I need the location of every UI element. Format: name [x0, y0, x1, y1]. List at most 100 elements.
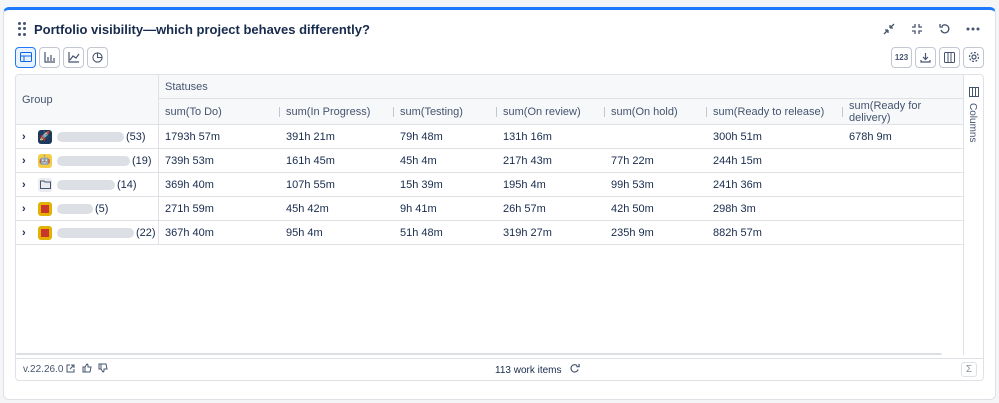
line-chart-icon — [67, 51, 79, 63]
table-footer: v.22.26.0 113 work items Σ — [16, 358, 983, 380]
flag-icon — [38, 201, 52, 216]
more-icon[interactable] — [965, 21, 981, 37]
widget-title: Portfolio visibility—which project behav… — [34, 21, 370, 37]
table-row[interactable]: › 🚀 (53) 1793h 57m 391h 21m 79h 48m 131h… — [16, 125, 963, 149]
statuses-header: Statuses — [165, 81, 208, 93]
horizontal-scrollbar[interactable] — [16, 353, 942, 355]
column-header-testing[interactable]: sum(Testing) — [393, 99, 463, 125]
chevron-right-icon[interactable]: › — [22, 227, 30, 239]
chevron-right-icon[interactable]: › — [22, 155, 30, 167]
work-items-count: 113 work items — [495, 364, 562, 376]
value-cell: 131h 16m — [503, 130, 552, 143]
value-cell: 678h 9m — [849, 130, 892, 143]
table-view-button[interactable] — [15, 46, 36, 68]
value-cell: 367h 40m — [165, 226, 214, 239]
value-cell: 882h 57m — [713, 226, 762, 239]
thumbs-down-icon[interactable] — [98, 363, 109, 376]
download-icon — [920, 52, 931, 63]
sigma-totals-button[interactable]: Σ — [961, 362, 977, 377]
external-link-icon[interactable] — [66, 364, 75, 376]
thumbs-up-icon[interactable] — [82, 363, 93, 376]
value-cell: 319h 27m — [503, 226, 552, 239]
rocket-icon: 🚀 — [38, 129, 52, 144]
settings-button[interactable] — [963, 46, 984, 68]
download-button[interactable] — [915, 46, 936, 68]
item-count: (14) — [117, 178, 137, 191]
item-count: (22) — [136, 226, 156, 239]
columns-icon — [944, 51, 955, 63]
item-count: (5) — [95, 202, 109, 215]
group-cell: › 🚀 (53) — [16, 125, 159, 148]
redacted-project-name — [57, 227, 134, 238]
redacted-project-name — [57, 131, 124, 142]
group-cell: › (22) — [16, 221, 159, 244]
value-cell: 1793h 57m — [165, 130, 221, 143]
minimize-icon[interactable] — [909, 21, 925, 37]
value-cell: 241h 36m — [713, 178, 762, 191]
table-row[interactable]: › (22) 367h 40m 95h 4m 51h 48m 319h 27m … — [16, 221, 963, 245]
line-chart-view-button[interactable] — [63, 46, 84, 68]
drag-handle-icon[interactable] — [18, 22, 28, 36]
value-cell: 161h 45m — [286, 154, 335, 167]
bar-chart-view-button[interactable] — [39, 46, 60, 68]
bar-chart-icon — [43, 51, 55, 63]
flag-icon — [38, 225, 52, 240]
value-cell: 77h 22m — [611, 154, 654, 167]
chevron-right-icon[interactable]: › — [22, 131, 30, 143]
group-header[interactable]: Group — [16, 75, 159, 125]
table-row[interactable]: › 🤖 (19) 739h 53m 161h 45m 45h 4m 217h 4… — [16, 149, 963, 173]
pivot-table: Group Statuses sum(To Do) sum(In Progres… — [15, 74, 984, 381]
column-header-ready-to-release[interactable]: sum(Ready to release) — [706, 99, 824, 125]
value-cell: 15h 39m — [400, 178, 443, 191]
column-header-on-review[interactable]: sum(On review) — [496, 99, 581, 125]
table-row[interactable]: › (5) 271h 59m 45h 42m 9h 41m 26h 57m 42… — [16, 197, 963, 221]
refresh-icon[interactable] — [569, 363, 580, 377]
columns-icon — [969, 87, 979, 100]
value-cell: 51h 48m — [400, 226, 443, 239]
value-cell: 739h 53m — [165, 154, 214, 167]
table-row[interactable]: › (14) 369h 40m 107h 55m 15h 39m 195h 4m… — [16, 173, 963, 197]
column-header-in-progress[interactable]: sum(In Progress) — [279, 99, 370, 125]
columns-side-panel[interactable]: Columns — [963, 75, 983, 355]
columns-label: Columns — [967, 103, 978, 143]
widget-header: Portfolio visibility—which project behav… — [18, 19, 981, 39]
robot-icon: 🤖 — [38, 153, 52, 168]
value-cell: 391h 21m — [286, 130, 335, 143]
value-cell: 9h 41m — [400, 202, 437, 215]
value-cell: 298h 3m — [713, 202, 756, 215]
version-label: v.22.26.0 — [23, 364, 64, 375]
value-cell: 300h 51m — [713, 130, 762, 143]
redacted-project-name — [57, 203, 93, 214]
value-cell: 235h 9m — [611, 226, 654, 239]
view-toolbar: 123 — [15, 46, 984, 68]
value-cell: 271h 59m — [165, 202, 214, 215]
value-cell: 195h 4m — [503, 178, 546, 191]
value-cell: 107h 55m — [286, 178, 335, 191]
value-cell: 369h 40m — [165, 178, 214, 191]
value-cell: 99h 53m — [611, 178, 654, 191]
refresh-icon[interactable] — [937, 21, 953, 37]
value-cell: 45h 42m — [286, 202, 329, 215]
columns-button[interactable] — [939, 46, 960, 68]
value-cell: 42h 50m — [611, 202, 654, 215]
column-header-todo[interactable]: sum(To Do) — [165, 99, 222, 125]
value-cell: 45h 4m — [400, 154, 437, 167]
value-cell: 217h 43m — [503, 154, 552, 167]
item-count: (53) — [126, 130, 146, 143]
number-format-button[interactable]: 123 — [891, 46, 912, 68]
pie-chart-view-button[interactable] — [87, 46, 108, 68]
collapse-icon[interactable] — [881, 21, 897, 37]
gear-icon — [968, 51, 979, 63]
pie-chart-icon — [92, 51, 103, 63]
column-header-ready-for-delivery[interactable]: sum(Ready for delivery) — [842, 99, 963, 125]
column-header-on-hold[interactable]: sum(On hold) — [604, 99, 678, 125]
chevron-right-icon[interactable]: › — [22, 179, 30, 191]
value-cell: 95h 4m — [286, 226, 323, 239]
widget-panel: Portfolio visibility—which project behav… — [3, 7, 996, 400]
chevron-right-icon[interactable]: › — [22, 203, 30, 215]
group-cell: › (5) — [16, 197, 159, 220]
item-count: (19) — [132, 154, 152, 167]
value-cell: 26h 57m — [503, 202, 546, 215]
value-cell: 244h 15m — [713, 154, 762, 167]
table-grid: Group Statuses sum(To Do) sum(In Progres… — [16, 75, 963, 355]
